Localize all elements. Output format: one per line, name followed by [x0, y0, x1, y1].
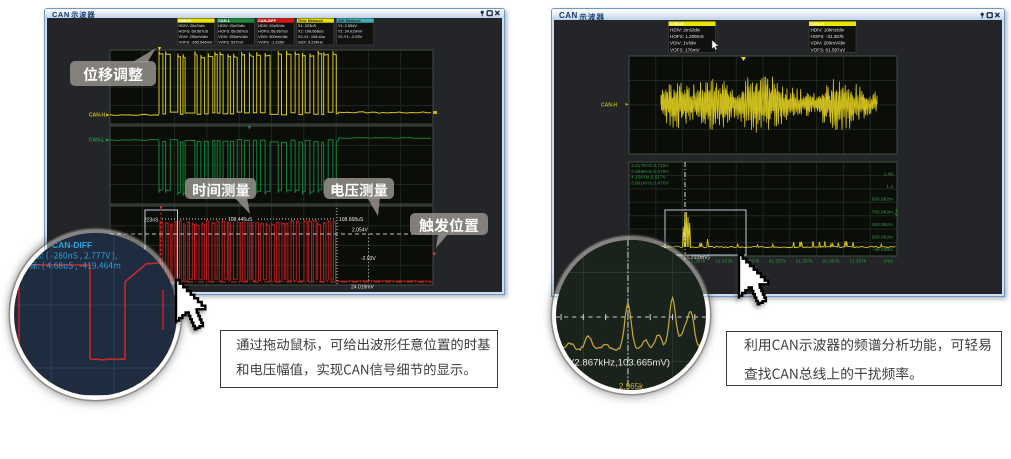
svg-text:450.062m: 450.062m: [872, 222, 893, 228]
svg-text:X1: 223nS: X1: 223nS: [298, 23, 317, 28]
svg-text:2.054V: 2.054V: [352, 228, 369, 234]
svg-text:CAN-H: CAN-H: [89, 113, 105, 119]
svg-text:4.15KHz,0.517V: 4.15KHz,0.517V: [631, 175, 667, 181]
svg-text:1.45: 1.45: [884, 172, 894, 178]
svg-text:VOFS: -653.546mV: VOFS: -653.546mV: [179, 39, 213, 44]
svg-text:(Hz): (Hz): [884, 259, 893, 265]
svg-text:3.417KHz,0.715V: 3.417KHz,0.715V: [631, 163, 669, 169]
svg-text:71.357k: 71.357k: [849, 259, 867, 265]
svg-text:CAN-H: CAN-H: [601, 103, 617, 109]
svg-text:1.2: 1.2: [886, 184, 893, 190]
svg-text:HOFS: 1.209mS: HOFS: 1.209mS: [670, 34, 704, 39]
svg-text:24.019mV: 24.019mV: [351, 285, 374, 291]
svg-text:VOFS: 527mV: VOFS: 527mV: [218, 39, 243, 44]
svg-text:HDIV: 10kHz/div: HDIV: 10kHz/div: [811, 28, 845, 33]
svg-text:HDIV: 20uS/div: HDIV: 20uS/div: [258, 23, 285, 28]
svg-text:223nS: 223nS: [144, 218, 159, 224]
svg-text:HDIV: 20uS/div: HDIV: 20uS/div: [179, 23, 206, 28]
svg-text:HOFS: 68.667uS: HOFS: 68.667uS: [218, 28, 248, 33]
svg-text:VDIV: 250mV/div: VDIV: 250mV/div: [218, 34, 248, 39]
svg-text:VOFS: 176mV: VOFS: 176mV: [670, 47, 701, 52]
svg-text:VDIV: 500mV/div: VDIV: 500mV/div: [258, 34, 288, 39]
svg-text:(2.867kHz,103.665mV): (2.867kHz,103.665mV): [571, 358, 670, 369]
svg-text:ξ: ξ: [895, 210, 898, 217]
svg-text:2.868KHz,0.579V: 2.868KHz,0.579V: [631, 169, 669, 175]
svg-text:HDIV: 20uS/div: HDIV: 20uS/div: [218, 23, 245, 28]
svg-text:VOFS: -1.235V: VOFS: -1.235V: [258, 39, 285, 44]
svg-text:21.357k: 21.357k: [715, 259, 733, 265]
svg-text:108.445uS: 108.445uS: [228, 217, 253, 223]
svg-text:HOFS: -31.357k: HOFS: -31.357k: [811, 34, 845, 39]
svg-text:Y2-Y1: -2.03V: Y2-Y1: -2.03V: [338, 34, 363, 39]
svg-text:X2-X1: 108.44u: X2-X1: 108.44u: [298, 34, 325, 39]
svg-text:HOFS: 68.667uS: HOFS: 68.667uS: [179, 28, 209, 33]
svg-text:VDIV: 200mV/div: VDIV: 200mV/div: [811, 41, 847, 46]
svg-text:CAN-L: CAN-L: [89, 138, 105, 144]
svg-text:-2.03V: -2.03V: [361, 256, 376, 262]
svg-text:CAN-DIFF: CAN-DIFF: [52, 240, 92, 250]
svg-text:VDIV: 250mV/div: VDIV: 250mV/div: [179, 34, 209, 39]
svg-text:CAN-H: CAN-H: [811, 21, 825, 26]
svg-text:3.601KHz,0.476V: 3.601KHz,0.476V: [631, 180, 669, 186]
svg-text:51.357k: 51.357k: [796, 259, 814, 265]
svg-text:-49.938m: -49.938m: [873, 247, 893, 253]
svg-text:VDIV: 1V/div: VDIV: 1V/div: [670, 41, 697, 46]
svg-text:HDIV: 2mS/div: HDIV: 2mS/div: [670, 28, 701, 33]
svg-text:HOFS: 68.667uS: HOFS: 68.667uS: [258, 28, 288, 33]
svg-text:108.668uS: 108.668uS: [339, 217, 364, 223]
svg-text:Y1: 2.054V: Y1: 2.054V: [338, 23, 358, 28]
svg-text:X2: 108.668uS: X2: 108.668uS: [298, 28, 324, 33]
svg-text:VOFS: 61.597uV: VOFS: 61.597uV: [811, 47, 847, 52]
svg-text:1/dX: 9.22KHz: 1/dX: 9.22KHz: [298, 39, 323, 44]
svg-text:Y2: 24.019mV: Y2: 24.019mV: [338, 28, 363, 33]
svg-text:200.062m: 200.062m: [872, 235, 893, 241]
svg-text:700.062m: 700.062m: [872, 209, 893, 215]
svg-text:61.357k: 61.357k: [822, 259, 840, 265]
svg-text:2.965k: 2.965k: [619, 382, 644, 390]
svg-text:CAN-H: CAN-H: [670, 21, 684, 26]
svg-text:950.062m: 950.062m: [872, 197, 893, 203]
